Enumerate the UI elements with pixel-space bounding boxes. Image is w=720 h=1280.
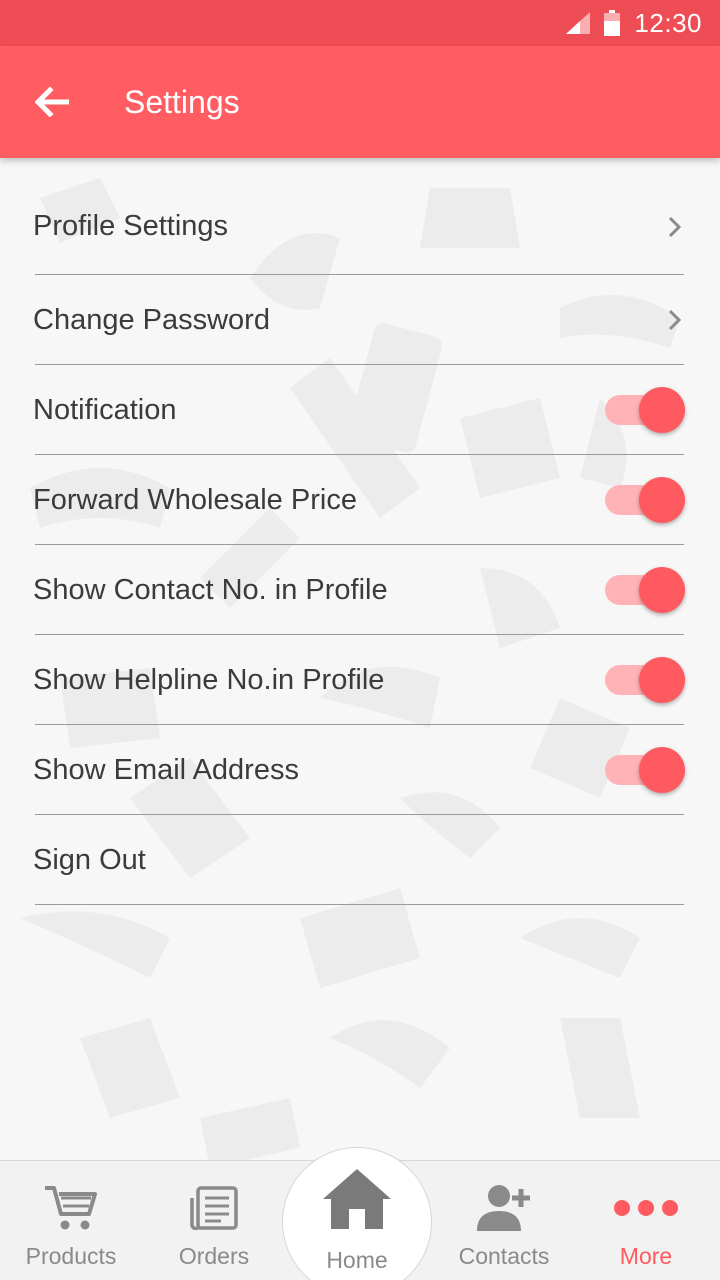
toggle-thumb (639, 567, 685, 613)
toggle-thumb (639, 387, 685, 433)
settings-item-change-password[interactable]: Change Password (0, 275, 720, 365)
nav-label: Home (326, 1247, 388, 1273)
show-helpline-no-toggle[interactable] (605, 656, 685, 704)
settings-item-show-email-address: Show Email Address (0, 725, 720, 815)
settings-item-sign-out[interactable]: Sign Out (0, 815, 720, 905)
toggle-thumb (639, 657, 685, 703)
more-dots-icon (614, 1200, 678, 1216)
settings-item-label: Change Password (33, 303, 270, 336)
toggle-thumb (639, 477, 685, 523)
settings-item-profile[interactable]: Profile Settings (0, 158, 720, 275)
nav-label: Contacts (458, 1243, 550, 1269)
settings-item-forward-wholesale-price: Forward Wholesale Price (0, 455, 720, 545)
settings-item-label: Forward Wholesale Price (33, 483, 357, 516)
settings-item-label: Show Email Address (33, 753, 299, 786)
show-email-address-toggle[interactable] (605, 746, 685, 794)
nav-item-orders[interactable]: Orders (150, 1161, 278, 1280)
cart-icon (45, 1186, 97, 1230)
toggle-thumb (639, 747, 685, 793)
nav-item-more[interactable]: More (584, 1161, 708, 1280)
settings-item-notification: Notification (0, 365, 720, 455)
settings-item-label: Profile Settings (33, 210, 229, 242)
home-icon (323, 1169, 391, 1229)
back-button[interactable] (22, 72, 82, 132)
back-arrow-icon (35, 87, 69, 117)
settings-content: Profile Settings Change Password Notific… (0, 158, 720, 1160)
nav-item-products[interactable]: Products (6, 1161, 136, 1280)
page-title: Settings (124, 83, 240, 120)
chevron-right-icon (668, 216, 682, 237)
orders-icon (190, 1186, 238, 1230)
nav-label: Products (25, 1243, 117, 1269)
notification-toggle[interactable] (605, 386, 685, 434)
settings-item-label: Show Helpline No.in Profile (33, 663, 385, 696)
settings-item-label: Show Contact No. in Profile (33, 573, 388, 606)
status-bar: 12:30 (0, 0, 720, 46)
status-time: 12:30 (634, 7, 702, 38)
settings-item-show-contact-no: Show Contact No. in Profile (0, 545, 720, 635)
add-contact-icon (477, 1185, 530, 1231)
nav-item-home[interactable]: Home (292, 1161, 422, 1280)
signal-icon (566, 12, 591, 34)
settings-item-show-helpline-no: Show Helpline No.in Profile (0, 635, 720, 725)
settings-list: Profile Settings Change Password Notific… (0, 158, 720, 905)
settings-item-label: Notification (33, 393, 177, 426)
app-bar: Settings (0, 46, 720, 158)
battery-icon (604, 10, 621, 36)
nav-item-contacts[interactable]: Contacts (440, 1161, 568, 1280)
chevron-right-icon (668, 309, 682, 331)
forward-wholesale-price-toggle[interactable] (605, 476, 685, 524)
nav-label: Orders (178, 1243, 250, 1269)
settings-item-label: Sign Out (33, 843, 146, 876)
nav-label: More (619, 1243, 673, 1269)
show-contact-no-toggle[interactable] (605, 566, 685, 614)
bottom-nav: Products Orders Home Contacts More (0, 1147, 720, 1280)
